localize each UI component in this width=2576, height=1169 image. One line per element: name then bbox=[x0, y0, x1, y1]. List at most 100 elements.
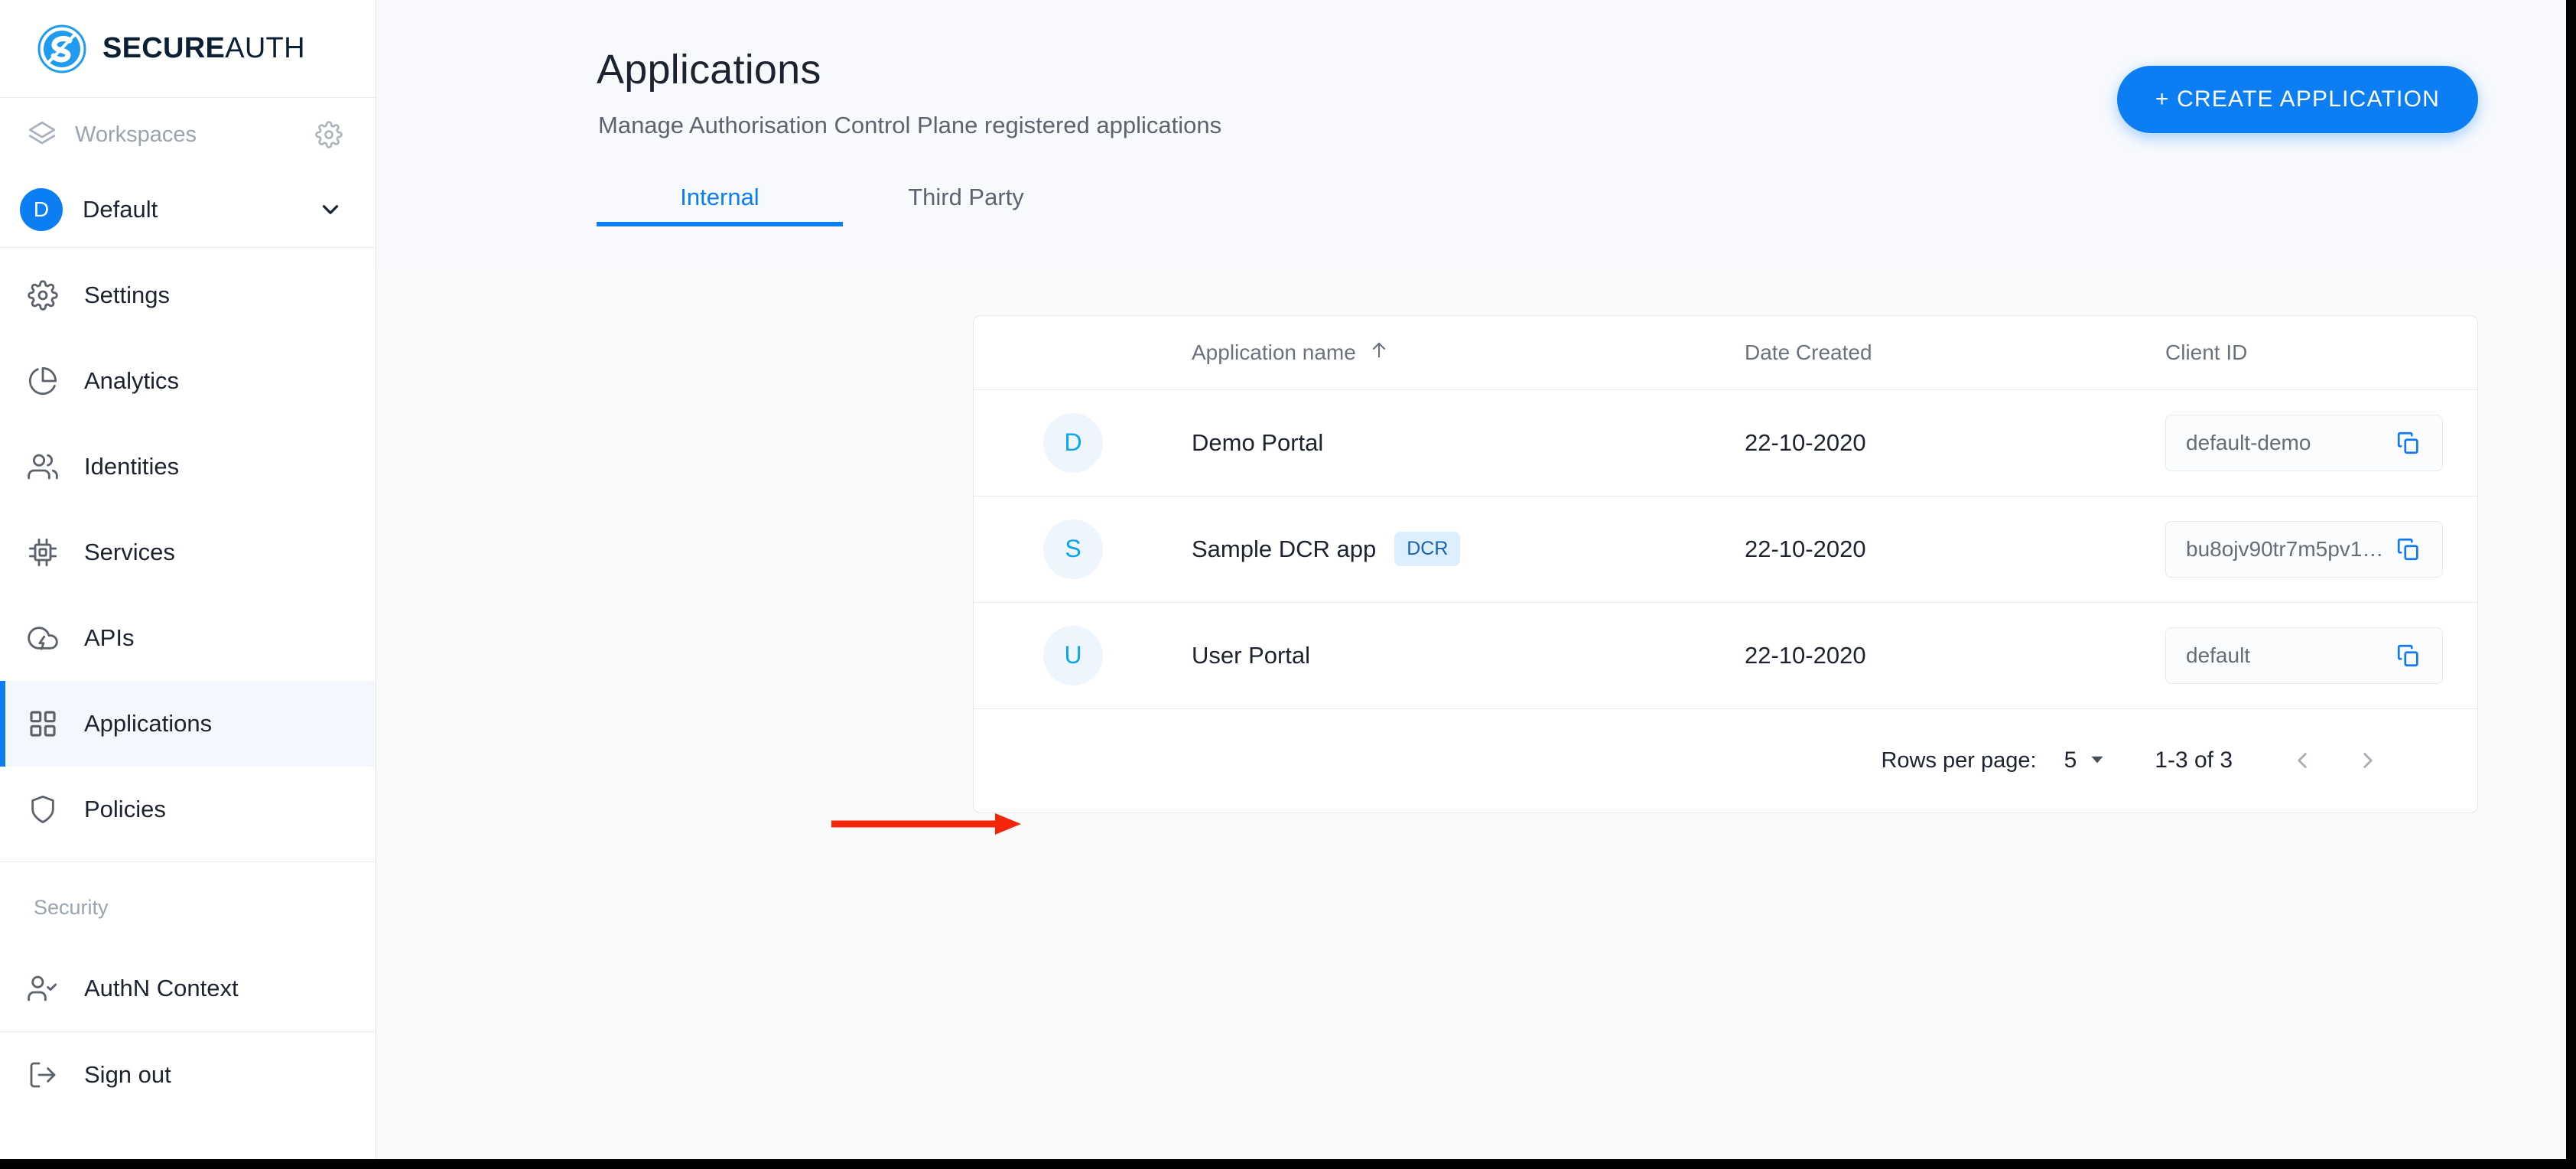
column-header-client-id: Client ID bbox=[2159, 316, 2477, 390]
caret-down-icon bbox=[2087, 749, 2107, 773]
arrow-up-icon[interactable] bbox=[1368, 339, 1390, 366]
sidebar-item-label: Analytics bbox=[84, 367, 180, 394]
row-avatar-cell: D bbox=[974, 389, 1173, 497]
red-arrow-right-icon bbox=[831, 813, 1021, 835]
applications-table: Application name Date Created Client ID … bbox=[974, 316, 2477, 709]
shield-icon bbox=[28, 794, 67, 825]
workspaces-header: Workspaces bbox=[0, 98, 376, 171]
sidebar-item-identities[interactable]: Identities bbox=[0, 424, 376, 510]
sidebar-item-policies[interactable]: Policies bbox=[0, 767, 376, 852]
row-avatar-cell: S bbox=[974, 496, 1173, 603]
sidebar-item-analytics[interactable]: Analytics bbox=[0, 338, 376, 424]
tab-bar: Internal Third Party bbox=[597, 173, 2566, 226]
create-application-button[interactable]: + CREATE APPLICATION bbox=[2116, 66, 2478, 133]
client-id-value: bu8ojv90tr7m5pv1m720 bbox=[2186, 536, 2392, 561]
table-row[interactable]: U User Portal 22-10-2020 default bbox=[974, 602, 2477, 709]
chevron-left-icon[interactable] bbox=[2285, 743, 2320, 778]
brand-name-bold: SECURE bbox=[102, 32, 226, 64]
table-head: Application name Date Created Client ID bbox=[974, 316, 2477, 390]
sidebar-item-label: Services bbox=[84, 539, 175, 565]
client-id-value: default-demo bbox=[2186, 430, 2311, 454]
sidebar-footer: Sign out bbox=[0, 1031, 376, 1118]
sidebar-item-label: Policies bbox=[84, 796, 166, 822]
tab-internal[interactable]: Internal bbox=[597, 173, 843, 226]
pagination-range: 1-3 of 3 bbox=[2155, 747, 2233, 773]
workspace-selector[interactable]: D Default bbox=[0, 171, 376, 248]
sidebar-item-label: APIs bbox=[84, 624, 135, 651]
table-row[interactable]: D Demo Portal 22-10-2020 default-demo bbox=[974, 389, 2477, 497]
workspace-avatar: D bbox=[20, 187, 63, 231]
chevron-down-icon[interactable] bbox=[316, 197, 345, 223]
copy-icon[interactable] bbox=[2392, 639, 2425, 672]
sidebar-section-security: Security bbox=[34, 896, 109, 919]
sidebar-item-authn-context[interactable]: AuthN Context bbox=[0, 946, 376, 1031]
user-check-icon bbox=[28, 973, 67, 1004]
chevron-right-icon[interactable] bbox=[2350, 743, 2386, 778]
layers-icon bbox=[28, 120, 61, 149]
sidebar-item-services[interactable]: Services bbox=[0, 510, 376, 595]
column-header-label: Date Created bbox=[1745, 340, 1872, 364]
application-name: Demo Portal bbox=[1192, 428, 1324, 456]
column-header-application-name[interactable]: Application name bbox=[1173, 316, 1738, 390]
sidebar-item-label: Applications bbox=[84, 710, 213, 737]
users-icon bbox=[28, 451, 67, 482]
column-header-label: Application name bbox=[1192, 340, 1356, 364]
sidebar-item-applications[interactable]: Applications bbox=[0, 681, 376, 767]
sidebar-item-label: Settings bbox=[84, 282, 171, 308]
applications-card: Application name Date Created Client ID … bbox=[973, 315, 2478, 813]
row-date-cell: 22-10-2020 bbox=[1738, 602, 2159, 709]
pagination-nav bbox=[2285, 743, 2386, 778]
row-name-cell: Sample DCR app DCR bbox=[1173, 496, 1738, 603]
gear-icon[interactable] bbox=[313, 119, 345, 151]
rows-per-page-select[interactable]: 5 bbox=[2064, 747, 2108, 773]
sidebar: SECUREAUTH Workspaces D Default Settings… bbox=[0, 0, 376, 1159]
workspace-name: Default bbox=[83, 195, 158, 223]
table-row[interactable]: S Sample DCR app DCR 22-10-2020 bu8ojv90… bbox=[974, 496, 2477, 603]
sidebar-item-apis[interactable]: APIs bbox=[0, 595, 376, 681]
secureauth-logo-icon bbox=[37, 24, 87, 74]
row-date-cell: 22-10-2020 bbox=[1738, 496, 2159, 603]
logout-icon bbox=[28, 1060, 67, 1090]
sidebar-item-sign-out[interactable]: Sign out bbox=[0, 1032, 376, 1118]
row-client-cell: default bbox=[2159, 602, 2477, 709]
sidebar-nav: Settings Analytics Identities Services A… bbox=[0, 248, 376, 1118]
gear-icon bbox=[28, 280, 67, 311]
tab-third-party[interactable]: Third Party bbox=[843, 173, 1089, 226]
page-header: Applications Manage Authorisation Contro… bbox=[376, 0, 2566, 269]
row-name-cell: User Portal bbox=[1173, 602, 1738, 709]
brand-name: SECUREAUTH bbox=[102, 32, 305, 65]
rows-per-page-value: 5 bbox=[2064, 747, 2077, 773]
sidebar-item-label: AuthN Context bbox=[84, 975, 239, 1001]
date-created: 22-10-2020 bbox=[1745, 535, 1866, 562]
application-name: Sample DCR app bbox=[1192, 535, 1377, 562]
row-client-cell: bu8ojv90tr7m5pv1m720 bbox=[2159, 496, 2477, 603]
column-header-date-created: Date Created bbox=[1738, 316, 2159, 390]
date-created: 22-10-2020 bbox=[1745, 641, 1866, 669]
avatar: U bbox=[1043, 625, 1103, 685]
status-badge: DCR bbox=[1394, 532, 1461, 566]
client-id-field: default-demo bbox=[2165, 414, 2443, 471]
brand-header[interactable]: SECUREAUTH bbox=[0, 0, 376, 98]
rows-per-page-label: Rows per page: bbox=[1881, 747, 2037, 773]
application-name: User Portal bbox=[1192, 641, 1311, 669]
sidebar-item-label: Identities bbox=[84, 453, 180, 480]
copy-icon[interactable] bbox=[2392, 532, 2425, 566]
copy-icon[interactable] bbox=[2392, 426, 2425, 460]
sidebar-item-settings[interactable]: Settings bbox=[0, 252, 376, 338]
client-id-field: default bbox=[2165, 627, 2443, 684]
avatar: D bbox=[1043, 412, 1103, 473]
grid-icon bbox=[28, 708, 67, 739]
application-window: SECUREAUTH Workspaces D Default Settings… bbox=[0, 0, 2576, 1169]
main-content: Applications Manage Authorisation Contro… bbox=[376, 0, 2566, 1159]
workspaces-label: Workspaces bbox=[75, 122, 197, 147]
column-header-avatar bbox=[974, 316, 1173, 390]
content-area: Application name Date Created Client ID … bbox=[376, 269, 2566, 1159]
column-header-label: Client ID bbox=[2165, 340, 2248, 364]
pie-chart-icon bbox=[28, 366, 67, 396]
brand-name-light: AUTH bbox=[225, 32, 305, 64]
row-name-cell: Demo Portal bbox=[1173, 389, 1738, 497]
table-body: D Demo Portal 22-10-2020 default-demo S … bbox=[974, 389, 2477, 709]
date-created: 22-10-2020 bbox=[1745, 428, 1866, 456]
row-avatar-cell: U bbox=[974, 602, 1173, 709]
avatar: S bbox=[1043, 519, 1103, 579]
